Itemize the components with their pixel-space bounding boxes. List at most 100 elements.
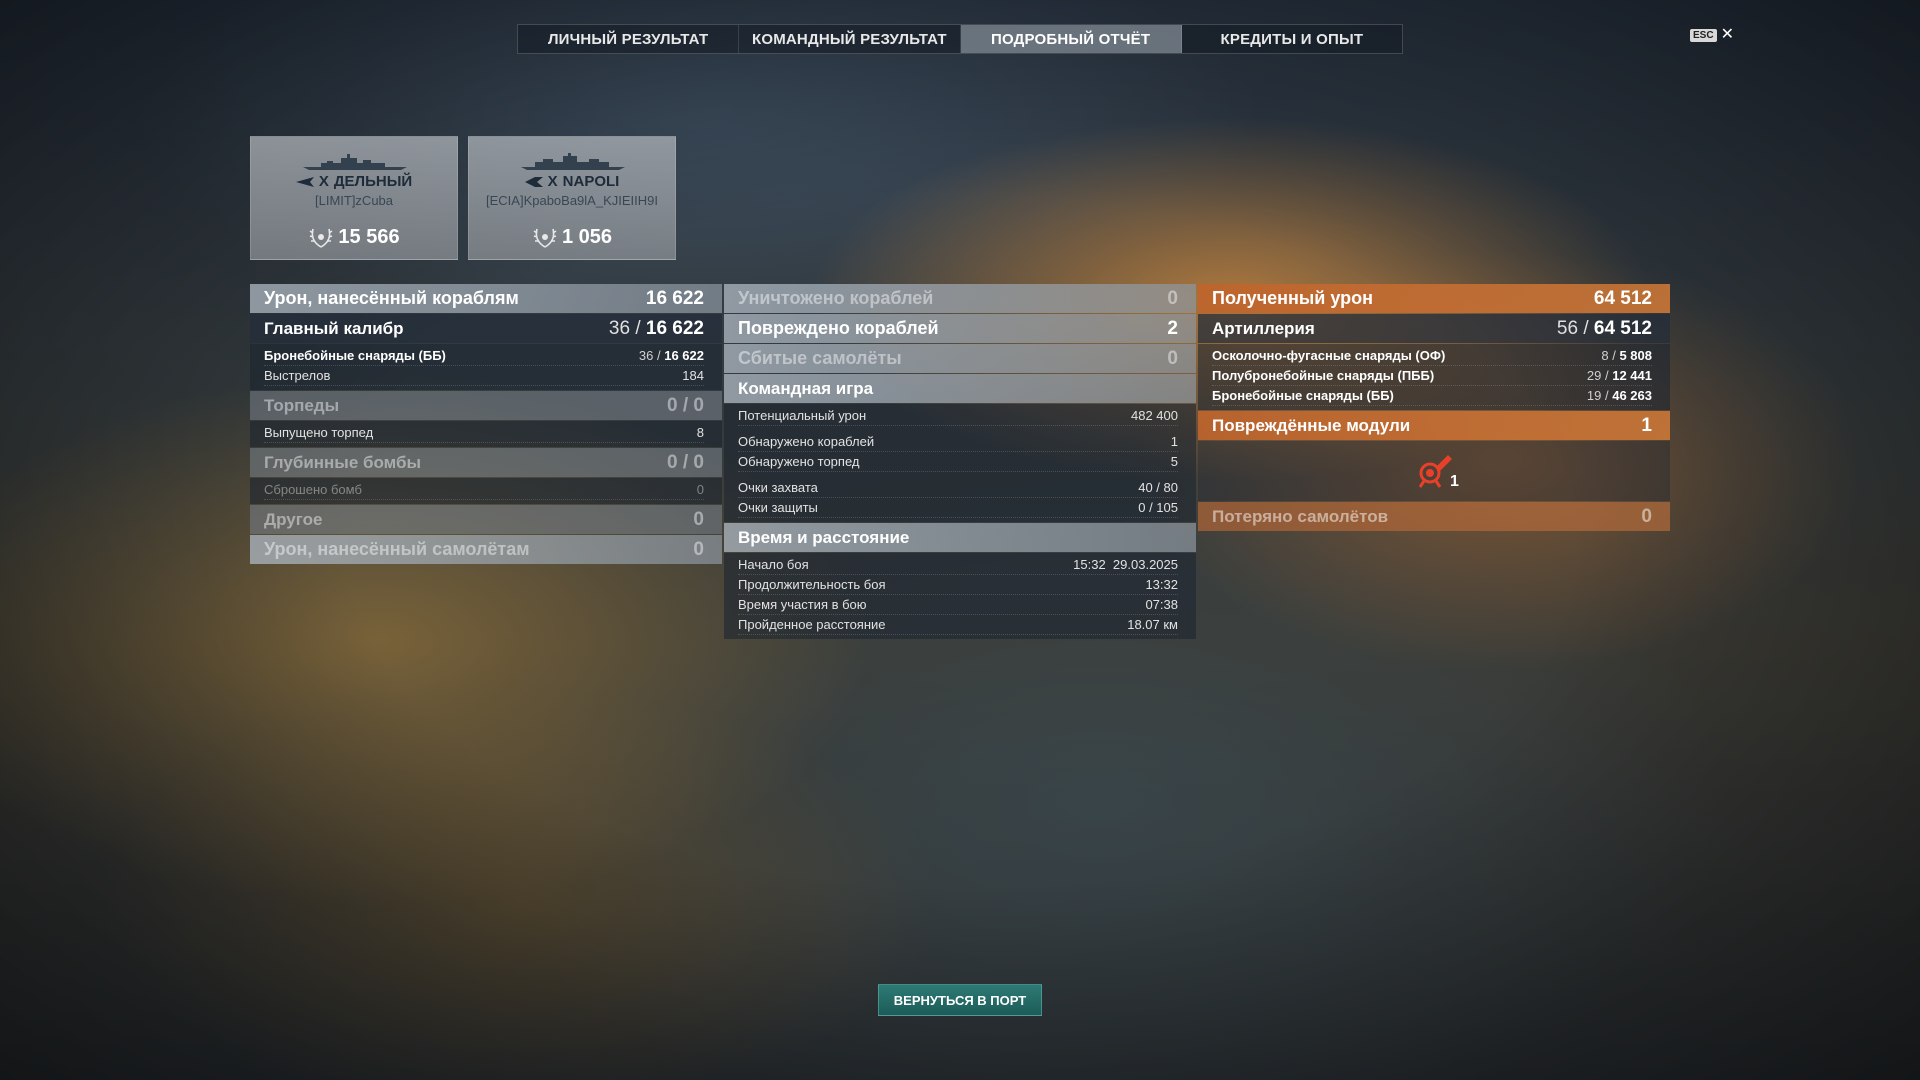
damaged-modules-list: 1 — [1198, 441, 1670, 501]
time-distance-rows: Начало боя 15:32 29.03.2025 Продолжитель… — [724, 553, 1196, 639]
row-hits: 8 — [1601, 348, 1609, 363]
planes-shot-label: Сбитые самолёты — [738, 348, 902, 368]
row-hits: 36 — [638, 348, 654, 363]
row-label: Очки защиты — [738, 500, 818, 515]
row-damage: 16 622 — [664, 348, 704, 363]
tab-credits-xp[interactable]: КРЕДИТЫ И ОПЫТ — [1182, 25, 1402, 53]
row-label: Время участия в бою — [738, 597, 867, 612]
ap-shells-row: Бронебойные снаряды (ББ) 36 / 16 622 — [264, 346, 704, 366]
row-value: 184 — [682, 368, 704, 383]
ships-damaged-label: Повреждено кораблей — [738, 318, 939, 338]
module-item[interactable]: 1 — [1414, 449, 1459, 493]
potential-damage-row: Потенциальный урон 482 400 — [738, 406, 1178, 426]
laurel-icon — [533, 228, 557, 248]
return-to-port-button[interactable]: ВЕРНУТЬСЯ В ПОРТ — [878, 984, 1042, 1016]
ship-tier: X — [318, 173, 329, 190]
separator: / — [1604, 388, 1609, 403]
separator: / — [1583, 317, 1589, 339]
row-label: Начало боя — [738, 557, 809, 572]
main-caliber-damage: 16 622 — [645, 317, 704, 339]
ships-destroyed-value: 0 — [1167, 287, 1178, 309]
ships-destroyed-label: Уничтожено кораблей — [738, 288, 934, 308]
battle-summary-panel: Уничтожено кораблей 0 Повреждено корабле… — [724, 284, 1196, 640]
ap-shells-row: Бронебойные снаряды (ББ) 19 / 46 263 — [1212, 386, 1652, 406]
artillery-damage: 64 512 — [1593, 317, 1652, 339]
ship-score: 1 056 — [469, 225, 675, 249]
depth-charges-header: Глубинные бомбы 0 / 0 — [250, 448, 722, 477]
row-value: 1 — [1170, 434, 1178, 449]
player-name: [ECIA]KpaboBa9lA_KJIEIIH9I — [486, 193, 658, 208]
ship-score: 15 566 — [251, 225, 457, 249]
tab-team-result[interactable]: КОМАНДНЫЙ РЕЗУЛЬТАТ — [739, 25, 961, 53]
row-label: Обнаружено торпед — [738, 454, 860, 469]
depth-charges-label: Глубинные бомбы — [264, 452, 422, 472]
separator: / — [1604, 368, 1609, 383]
esc-key-hint: ESC — [1690, 28, 1717, 42]
row-label: Очки захвата — [738, 480, 818, 495]
main-caliber-label: Главный калибр — [264, 318, 404, 338]
damage-dealt-title: Урон, нанесённый кораблям — [264, 288, 519, 308]
row-label: Осколочно-фугасные снаряды (ОФ) — [1212, 348, 1446, 363]
aircraft-damage-value: 0 — [693, 538, 704, 560]
planes-lost-label: Потеряно самолётов — [1212, 506, 1389, 526]
other-header: Другое 0 — [250, 505, 722, 534]
defense-points-row: Очки защиты 0 / 105 — [738, 498, 1178, 518]
row-label: Выпущено торпед — [264, 425, 374, 440]
battle-start-row: Начало боя 15:32 29.03.2025 — [738, 555, 1178, 575]
torpedoes-rows: Выпущено торпед 8 — [250, 421, 722, 447]
torpedoes-header: Торпеды 0 / 0 — [250, 391, 722, 420]
laurel-icon — [309, 228, 333, 248]
row-value: 15:32 29.03.2025 — [1073, 557, 1178, 572]
ship-silhouette-icon — [303, 154, 407, 170]
row-label: Бронебойные снаряды (ББ) — [1212, 388, 1394, 403]
ship-silhouette-icon — [521, 153, 625, 170]
row-value: 0 / 105 — [1138, 500, 1178, 515]
row-damage: 46 263 — [1612, 388, 1652, 403]
damage-received-total: 64 512 — [1593, 287, 1652, 309]
close-button[interactable]: ESC ✕ — [1690, 27, 1734, 43]
row-label: Бронебойные снаряды (ББ) — [264, 348, 446, 363]
row-value: 18.07 км — [1127, 617, 1178, 632]
team-play-header: Командная игра — [724, 374, 1196, 403]
distance-row: Пройденное расстояние 18.07 км — [738, 615, 1178, 635]
capture-points-row: Очки захвата 40 / 80 — [738, 478, 1178, 498]
row-hits: 19 — [1586, 388, 1602, 403]
row-value: 07:38 — [1145, 597, 1178, 612]
other-value: 0 — [693, 508, 704, 530]
close-icon[interactable]: ✕ — [1721, 27, 1734, 43]
he-shells-row: Осколочно-фугасные снаряды (ОФ) 8 / 5 80… — [1212, 346, 1652, 366]
row-value: 0 — [696, 482, 704, 497]
tab-detailed-report[interactable]: ПОДРОБНЫЙ ОТЧЁТ — [960, 25, 1182, 53]
main-caliber-header: Главный калибр 36 / 16 622 — [250, 314, 722, 343]
damaged-modules-header: Повреждённые модули 1 — [1198, 411, 1670, 440]
row-label: Пройденное расстояние — [738, 617, 886, 632]
damage-received-header: Полученный урон 64 512 — [1198, 284, 1670, 313]
time-distance-header: Время и расстояние — [724, 523, 1196, 552]
module-count: 1 — [1450, 473, 1459, 490]
depth-charges-rows: Сброшено бомб 0 — [250, 478, 722, 504]
planes-lost-header: Потеряно самолётов 0 — [1198, 502, 1670, 531]
row-label: Выстрелов — [264, 368, 331, 383]
ship-name: NAPOLI — [562, 173, 620, 190]
main-caliber-hits: 36 — [608, 317, 631, 339]
bombs-dropped-row: Сброшено бомб 0 — [264, 480, 704, 500]
separator: / — [656, 348, 661, 363]
ship-card-1[interactable]: X ДЕЛЬНЫЙ [LIMIT]zCuba 15 566 — [250, 136, 458, 260]
artillery-rows: Осколочно-фугасные снаряды (ОФ) 8 / 5 80… — [1198, 344, 1670, 410]
planes-shot-header: Сбитые самолёты 0 — [724, 344, 1196, 373]
depth-charges-value: 0 / 0 — [667, 451, 704, 473]
tab-bar: ЛИЧНЫЙ РЕЗУЛЬТАТ КОМАНДНЫЙ РЕЗУЛЬТАТ ПОД… — [517, 24, 1403, 54]
time-distance-title: Время и расстояние — [738, 527, 910, 547]
team-play-title: Командная игра — [738, 378, 874, 398]
row-value: 482 400 — [1131, 408, 1178, 423]
ship-name-row: X NAPOLI — [469, 173, 675, 190]
artillery-hits: 56 — [1556, 317, 1579, 339]
torpedoes-launched-row: Выпущено торпед 8 — [264, 423, 704, 443]
ship-tier: X — [547, 173, 558, 190]
torpedoes-label: Торпеды — [264, 395, 340, 415]
tab-personal-result[interactable]: ЛИЧНЫЙ РЕЗУЛЬТАТ — [518, 25, 740, 53]
torpedoes-spotted-row: Обнаружено торпед 5 — [738, 452, 1178, 472]
ship-card-2[interactable]: X NAPOLI [ECIA]KpaboBa9lA_KJIEIIH9I 1 05… — [468, 136, 676, 260]
row-label: Полубронебойные снаряды (ПББ) — [1212, 368, 1435, 383]
aircraft-damage-header: Урон, нанесённый самолётам 0 — [250, 535, 722, 564]
